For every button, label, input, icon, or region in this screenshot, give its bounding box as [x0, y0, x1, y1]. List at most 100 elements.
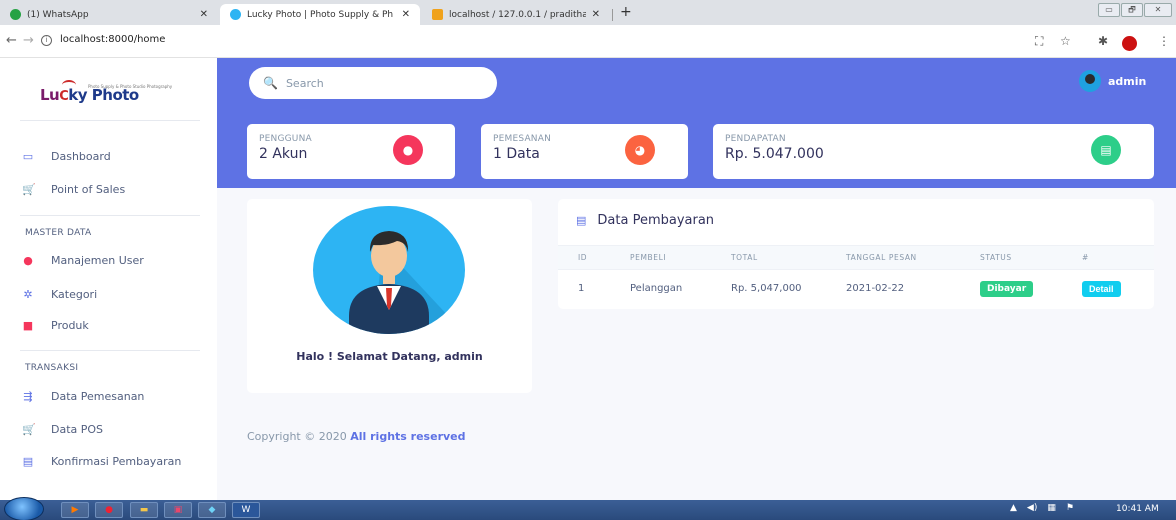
- search-box[interactable]: 🔍: [249, 67, 497, 99]
- column-header: TANGGAL PESAN: [846, 245, 980, 270]
- payments-table: ID PEMBELI TOTAL TANGGAL PESAN STATUS # …: [558, 245, 1154, 308]
- taskbar: ▶ ● ▬ ▣ ◆ W ▲ ◀) ▦ ⚑ 10:41 AM: [0, 497, 1176, 520]
- payments-title-text: Data Pembayaran: [597, 213, 715, 228]
- network-icon[interactable]: ▦: [1047, 503, 1056, 513]
- paint-icon[interactable]: ◆: [198, 502, 226, 518]
- sidebar-item-label: Dashboard: [51, 149, 111, 163]
- close-icon[interactable]: ✕: [200, 9, 208, 20]
- cart-icon: 🛒: [22, 182, 36, 196]
- cart-plus-icon: ⇶: [23, 389, 33, 403]
- sidebar: Photo Supply & Photo Studio Photography …: [0, 58, 217, 500]
- star-icon[interactable]: ☆: [1060, 34, 1071, 48]
- menu-icon[interactable]: ⋮: [1158, 34, 1170, 48]
- tab-whatsapp[interactable]: (1) WhatsApp ✕: [0, 4, 218, 25]
- profile-icon[interactable]: [1122, 36, 1137, 51]
- close-icon[interactable]: ✕: [402, 9, 410, 20]
- header: 🔍 admin PENGGUNA 2 Akun ● PEMESANAN 1 Da…: [217, 58, 1176, 188]
- tab-lucky-photo[interactable]: Lucky Photo | Photo Supply & Ph ✕: [220, 4, 420, 25]
- tab-divider: [612, 9, 613, 21]
- column-header: PEMBELI: [630, 245, 731, 270]
- monitor-icon: ▭: [22, 149, 34, 163]
- chrome-icon[interactable]: ●: [95, 502, 123, 518]
- sidebar-item-point-of-sales[interactable]: 🛒 Point of Sales: [22, 180, 125, 198]
- search-input[interactable]: [285, 76, 476, 90]
- app-icon[interactable]: ▣: [164, 502, 192, 518]
- media-player-icon[interactable]: ▶: [61, 502, 89, 518]
- word-icon[interactable]: W: [232, 502, 260, 518]
- divider: [20, 120, 200, 121]
- footer: Copyright © 2020 All rights reserved: [247, 430, 466, 443]
- sidebar-item-label: Manajemen User: [51, 253, 144, 267]
- folder-icon[interactable]: ▬: [130, 502, 158, 518]
- sidebar-item-label: Data Pemesanan: [51, 389, 145, 403]
- tab-label: localhost / 127.0.0.1 / praditha91: [449, 9, 586, 20]
- money-icon: ▤: [1091, 135, 1121, 165]
- user-menu[interactable]: admin: [1079, 70, 1146, 92]
- sidebar-item-kategori[interactable]: ✲ Kategori: [22, 285, 97, 303]
- sidebar-item-label: Produk: [51, 318, 89, 332]
- money-icon: ▤: [576, 214, 587, 227]
- address-bar: ← → i localhost:8000/home ⛶ ☆ ✱ ⋮: [0, 25, 1176, 58]
- extensions-icon[interactable]: ✱: [1098, 34, 1108, 48]
- cell-action: Detail: [1082, 270, 1154, 308]
- flag-icon[interactable]: ⚑: [1066, 503, 1074, 513]
- admin-avatar-illustration: [313, 206, 465, 334]
- tab-phpmyadmin[interactable]: localhost / 127.0.0.1 / praditha91 ✕: [422, 4, 610, 25]
- detail-button[interactable]: Detail: [1082, 280, 1121, 297]
- stat-card-pengguna: PENGGUNA 2 Akun ●: [247, 124, 455, 179]
- rights-link[interactable]: All rights reserved: [350, 430, 465, 443]
- cell-status: Dibayar: [980, 270, 1082, 308]
- sidebar-item-data-pos[interactable]: 🛒 Data POS: [22, 420, 103, 438]
- forward-icon[interactable]: →: [23, 33, 34, 48]
- back-icon[interactable]: ←: [6, 33, 17, 48]
- user-icon: ●: [23, 253, 33, 267]
- stat-card-pemesanan: PEMESANAN 1 Data ◕: [481, 124, 688, 179]
- avatar: [1079, 70, 1101, 92]
- status-badge: Dibayar: [980, 280, 1034, 297]
- divider: [20, 350, 200, 351]
- welcome-card: Halo ! Selamat Datang, admin: [247, 199, 532, 393]
- close-icon[interactable]: ✕: [592, 9, 600, 20]
- table-header-row: ID PEMBELI TOTAL TANGGAL PESAN STATUS #: [558, 245, 1154, 270]
- sidebar-heading-transaksi: TRANSAKSI: [25, 363, 79, 373]
- clock[interactable]: 10:41 AM: [1116, 504, 1159, 514]
- stat-value: Rp. 5.047.000: [725, 146, 824, 162]
- copyright-text: Copyright © 2020: [247, 430, 347, 443]
- sidebar-item-label: Kategori: [51, 287, 98, 301]
- table-row: 1 Pelanggan Rp. 5,047,000 2021-02-22 Dib…: [558, 270, 1154, 308]
- column-header: TOTAL: [731, 245, 846, 270]
- translate-icon[interactable]: ⛶: [1035, 34, 1043, 49]
- start-button[interactable]: [4, 497, 44, 520]
- cell-date: 2021-02-22: [846, 283, 905, 295]
- sidebar-item-produk[interactable]: ■ Produk: [22, 316, 89, 334]
- sidebar-item-data-pemesanan[interactable]: ⇶ Data Pemesanan: [22, 387, 144, 405]
- volume-icon[interactable]: ◀): [1027, 503, 1037, 513]
- sidebar-item-label: Data POS: [51, 422, 104, 436]
- phpmyadmin-icon: [432, 9, 443, 20]
- sidebar-item-konfirmasi-pembayaran[interactable]: ▤ Konfirmasi Pembayaran: [22, 452, 182, 470]
- cell-id: 1: [578, 283, 585, 295]
- maximize-button[interactable]: 🗗: [1121, 3, 1143, 17]
- user-circle-icon: ●: [393, 135, 423, 165]
- welcome-text: Halo ! Selamat Datang, admin: [296, 350, 483, 363]
- tab-label: (1) WhatsApp: [27, 9, 89, 20]
- chevron-up-icon[interactable]: ▲: [1010, 503, 1017, 513]
- box-icon: ■: [22, 318, 34, 332]
- cell-buyer: Pelanggan: [630, 283, 683, 295]
- new-tab-icon[interactable]: +: [620, 4, 632, 20]
- sidebar-item-label: Konfirmasi Pembayaran: [51, 454, 182, 468]
- sidebar-item-manajemen-user[interactable]: ● Manajemen User: [22, 251, 144, 269]
- money-icon: ▤: [22, 454, 34, 468]
- payments-title: ▤ Data Pembayaran: [576, 213, 714, 228]
- info-icon[interactable]: i: [41, 35, 52, 46]
- minimize-button[interactable]: ▭: [1098, 3, 1120, 17]
- sidebar-heading-master: MASTER DATA: [25, 228, 92, 238]
- url-text[interactable]: localhost:8000/home: [60, 34, 165, 45]
- divider: [20, 215, 200, 216]
- stat-card-pendapatan: PENDAPATAN Rp. 5.047.000 ▤: [713, 124, 1154, 179]
- close-window-button[interactable]: ✕: [1144, 3, 1172, 17]
- sidebar-item-dashboard[interactable]: ▭ Dashboard: [22, 147, 111, 165]
- gear-icon: ✲: [23, 287, 33, 301]
- logo[interactable]: Photo Supply & Photo Studio Photography …: [40, 80, 172, 110]
- column-header: STATUS: [980, 245, 1082, 270]
